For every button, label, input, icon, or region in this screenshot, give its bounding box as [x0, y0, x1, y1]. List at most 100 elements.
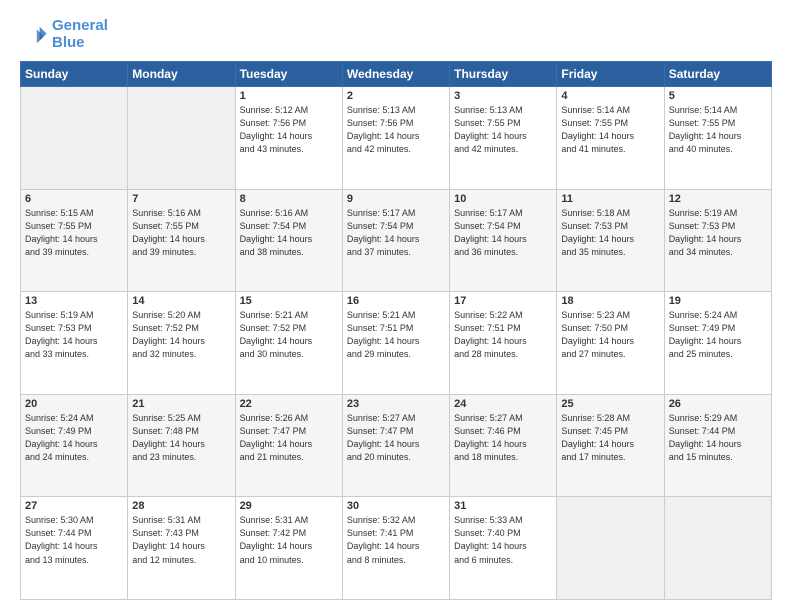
day-number: 1 — [240, 90, 338, 102]
day-cell: 17Sunrise: 5:22 AM Sunset: 7:51 PM Dayli… — [450, 292, 557, 395]
weekday-header-monday: Monday — [128, 62, 235, 87]
week-row-1: 6 Sunrise: 5:15 AM Sunset: 7:55 PM Daylig… — [21, 189, 772, 292]
day-number: 19 — [669, 295, 767, 307]
day-cell: 9 Sunrise: 5:17 AM Sunset: 7:54 PM Daylig… — [342, 189, 449, 292]
day-cell: 20 Sunrise: 5:24 AM Sunset: 7:49 PM Dayli… — [21, 394, 128, 497]
day-number: 7 — [132, 193, 230, 205]
week-row-0: 1Sunrise: 5:12 AM Sunset: 7:56 PM Daylig… — [21, 87, 772, 190]
day-number: 4 — [561, 90, 659, 102]
day-cell: 3 Sunrise: 5:13 AM Sunset: 7:55 PM Daylig… — [450, 87, 557, 190]
day-info: Sunrise: 5:31 AM Sunset: 7:43 PM Dayligh… — [132, 514, 230, 566]
weekday-header-row: SundayMondayTuesdayWednesdayThursdayFrid… — [21, 62, 772, 87]
week-row-4: 27 Sunrise: 5:30 AM Sunset: 7:44 PM Dayli… — [21, 497, 772, 600]
weekday-header-sunday: Sunday — [21, 62, 128, 87]
day-number: 11 — [561, 193, 659, 205]
day-number: 28 — [132, 500, 230, 512]
day-number: 24 — [454, 398, 552, 410]
day-number: 15 — [240, 295, 338, 307]
day-number: 18 — [561, 295, 659, 307]
day-cell: 21 Sunrise: 5:25 AM Sunset: 7:48 PM Dayli… — [128, 394, 235, 497]
day-info: Sunrise: 5:30 AM Sunset: 7:44 PM Dayligh… — [25, 514, 123, 566]
day-number: 22 — [240, 398, 338, 410]
day-number: 9 — [347, 193, 445, 205]
day-cell: 10Sunrise: 5:17 AM Sunset: 7:54 PM Dayli… — [450, 189, 557, 292]
logo-text: General Blue — [52, 18, 108, 51]
day-number: 13 — [25, 295, 123, 307]
day-cell: 19Sunrise: 5:24 AM Sunset: 7:49 PM Dayli… — [664, 292, 771, 395]
day-info: Sunrise: 5:14 AM Sunset: 7:55 PM Dayligh… — [561, 104, 659, 156]
day-info: Sunrise: 5:32 AM Sunset: 7:41 PM Dayligh… — [347, 514, 445, 566]
day-cell: 29 Sunrise: 5:31 AM Sunset: 7:42 PM Dayli… — [235, 497, 342, 600]
day-number: 16 — [347, 295, 445, 307]
day-number: 8 — [240, 193, 338, 205]
day-info: Sunrise: 5:22 AM Sunset: 7:51 PM Dayligh… — [454, 309, 552, 361]
day-info: Sunrise: 5:18 AM Sunset: 7:53 PM Dayligh… — [561, 207, 659, 259]
day-number: 10 — [454, 193, 552, 205]
day-cell: 7 Sunrise: 5:16 AM Sunset: 7:55 PM Daylig… — [128, 189, 235, 292]
day-cell — [21, 87, 128, 190]
day-cell: 15 Sunrise: 5:21 AM Sunset: 7:52 PM Dayli… — [235, 292, 342, 395]
day-number: 20 — [25, 398, 123, 410]
day-cell: 8 Sunrise: 5:16 AM Sunset: 7:54 PM Daylig… — [235, 189, 342, 292]
weekday-header-saturday: Saturday — [664, 62, 771, 87]
day-cell: 11 Sunrise: 5:18 AM Sunset: 7:53 PM Dayli… — [557, 189, 664, 292]
day-number: 27 — [25, 500, 123, 512]
day-number: 3 — [454, 90, 552, 102]
day-cell: 27 Sunrise: 5:30 AM Sunset: 7:44 PM Dayli… — [21, 497, 128, 600]
day-cell: 4 Sunrise: 5:14 AM Sunset: 7:55 PM Daylig… — [557, 87, 664, 190]
day-number: 30 — [347, 500, 445, 512]
day-cell: 30 Sunrise: 5:32 AM Sunset: 7:41 PM Dayli… — [342, 497, 449, 600]
day-cell: 26 Sunrise: 5:29 AM Sunset: 7:44 PM Dayli… — [664, 394, 771, 497]
day-info: Sunrise: 5:24 AM Sunset: 7:49 PM Dayligh… — [25, 412, 123, 464]
day-cell — [128, 87, 235, 190]
day-info: Sunrise: 5:13 AM Sunset: 7:55 PM Dayligh… — [454, 104, 552, 156]
header: General Blue — [20, 18, 772, 51]
day-info: Sunrise: 5:27 AM Sunset: 7:47 PM Dayligh… — [347, 412, 445, 464]
page: General Blue SundayMondayTuesdayWednesda… — [0, 0, 792, 612]
day-info: Sunrise: 5:15 AM Sunset: 7:55 PM Dayligh… — [25, 207, 123, 259]
day-number: 5 — [669, 90, 767, 102]
day-info: Sunrise: 5:23 AM Sunset: 7:50 PM Dayligh… — [561, 309, 659, 361]
day-number: 6 — [25, 193, 123, 205]
day-info: Sunrise: 5:19 AM Sunset: 7:53 PM Dayligh… — [25, 309, 123, 361]
day-number: 12 — [669, 193, 767, 205]
day-number: 29 — [240, 500, 338, 512]
day-number: 21 — [132, 398, 230, 410]
day-number: 14 — [132, 295, 230, 307]
day-cell: 22 Sunrise: 5:26 AM Sunset: 7:47 PM Dayli… — [235, 394, 342, 497]
day-info: Sunrise: 5:33 AM Sunset: 7:40 PM Dayligh… — [454, 514, 552, 566]
day-info: Sunrise: 5:31 AM Sunset: 7:42 PM Dayligh… — [240, 514, 338, 566]
day-info: Sunrise: 5:21 AM Sunset: 7:51 PM Dayligh… — [347, 309, 445, 361]
day-cell: 2Sunrise: 5:13 AM Sunset: 7:56 PM Daylig… — [342, 87, 449, 190]
day-cell: 6 Sunrise: 5:15 AM Sunset: 7:55 PM Daylig… — [21, 189, 128, 292]
week-row-3: 20 Sunrise: 5:24 AM Sunset: 7:49 PM Dayli… — [21, 394, 772, 497]
day-info: Sunrise: 5:29 AM Sunset: 7:44 PM Dayligh… — [669, 412, 767, 464]
day-cell: 14Sunrise: 5:20 AM Sunset: 7:52 PM Dayli… — [128, 292, 235, 395]
day-info: Sunrise: 5:16 AM Sunset: 7:55 PM Dayligh… — [132, 207, 230, 259]
day-cell: 16 Sunrise: 5:21 AM Sunset: 7:51 PM Dayli… — [342, 292, 449, 395]
weekday-header-wednesday: Wednesday — [342, 62, 449, 87]
day-cell — [664, 497, 771, 600]
day-cell: 28 Sunrise: 5:31 AM Sunset: 7:43 PM Dayli… — [128, 497, 235, 600]
day-info: Sunrise: 5:17 AM Sunset: 7:54 PM Dayligh… — [347, 207, 445, 259]
day-info: Sunrise: 5:26 AM Sunset: 7:47 PM Dayligh… — [240, 412, 338, 464]
day-cell: 5Sunrise: 5:14 AM Sunset: 7:55 PM Daylig… — [664, 87, 771, 190]
day-cell: 24Sunrise: 5:27 AM Sunset: 7:46 PM Dayli… — [450, 394, 557, 497]
logo: General Blue — [20, 18, 108, 51]
day-number: 23 — [347, 398, 445, 410]
day-info: Sunrise: 5:25 AM Sunset: 7:48 PM Dayligh… — [132, 412, 230, 464]
day-cell: 31 Sunrise: 5:33 AM Sunset: 7:40 PM Dayli… — [450, 497, 557, 600]
calendar-table: SundayMondayTuesdayWednesdayThursdayFrid… — [20, 61, 772, 600]
day-cell: 25Sunrise: 5:28 AM Sunset: 7:45 PM Dayli… — [557, 394, 664, 497]
day-info: Sunrise: 5:28 AM Sunset: 7:45 PM Dayligh… — [561, 412, 659, 464]
day-info: Sunrise: 5:13 AM Sunset: 7:56 PM Dayligh… — [347, 104, 445, 156]
day-cell: 23 Sunrise: 5:27 AM Sunset: 7:47 PM Dayli… — [342, 394, 449, 497]
day-number: 26 — [669, 398, 767, 410]
day-cell: 12 Sunrise: 5:19 AM Sunset: 7:53 PM Dayli… — [664, 189, 771, 292]
day-info: Sunrise: 5:16 AM Sunset: 7:54 PM Dayligh… — [240, 207, 338, 259]
day-number: 31 — [454, 500, 552, 512]
day-info: Sunrise: 5:19 AM Sunset: 7:53 PM Dayligh… — [669, 207, 767, 259]
logo-icon — [20, 21, 48, 49]
day-info: Sunrise: 5:21 AM Sunset: 7:52 PM Dayligh… — [240, 309, 338, 361]
day-cell — [557, 497, 664, 600]
